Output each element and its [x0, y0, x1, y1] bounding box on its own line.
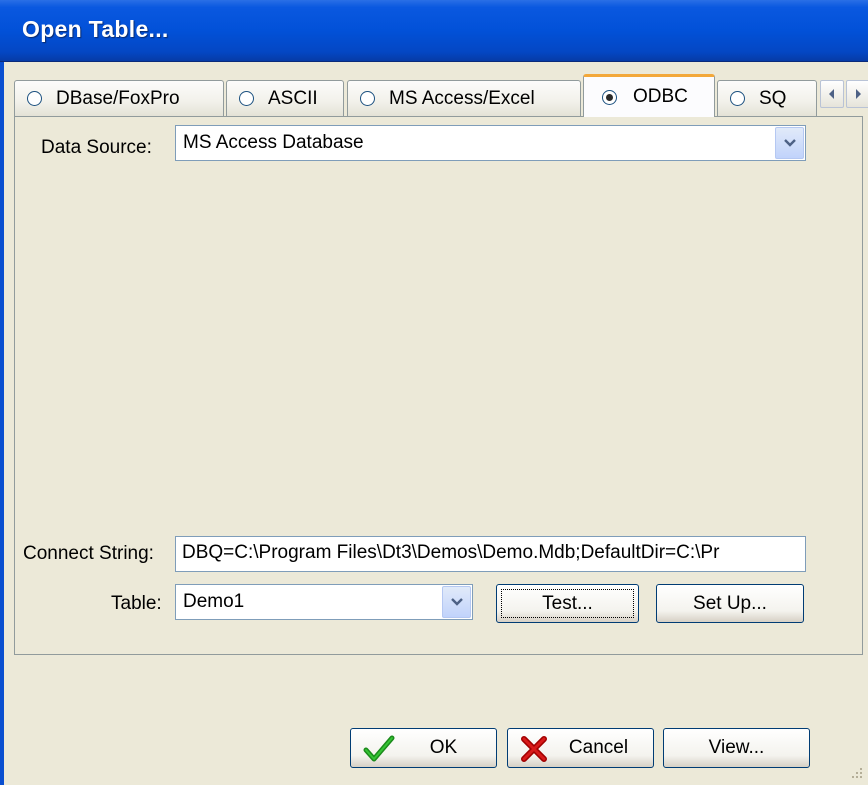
title-bar[interactable]: Open Table... — [0, 0, 868, 62]
arrow-left-icon[interactable] — [820, 80, 844, 108]
radio-checked-icon — [602, 89, 617, 105]
tab-ascii[interactable]: ASCII — [226, 80, 344, 116]
tab-label: DBase/FoxPro — [56, 87, 180, 109]
ok-button-label: OK — [429, 737, 458, 758]
tab-ms-access-excel[interactable]: MS Access/Excel — [347, 80, 581, 116]
chevron-down-icon[interactable] — [775, 127, 804, 159]
radio-icon — [239, 91, 254, 106]
tab-label: MS Access/Excel — [389, 87, 535, 109]
radio-icon — [27, 91, 42, 106]
test-button[interactable]: Test... — [496, 584, 639, 623]
tab-strip: DBase/FoxPro ASCII MS Access/Excel ODBC … — [14, 74, 868, 117]
tab-label: ASCII — [268, 87, 318, 109]
setup-button[interactable]: Set Up... — [656, 584, 804, 623]
window-frame-left — [0, 62, 4, 785]
data-source-value: MS Access Database — [183, 132, 364, 153]
resize-grip-icon[interactable] — [848, 765, 864, 781]
table-select[interactable]: Demo1 — [175, 584, 473, 620]
table-label: Table: — [111, 593, 162, 614]
view-button[interactable]: View... — [663, 728, 810, 768]
radio-icon — [730, 91, 745, 106]
checkmark-icon — [363, 735, 395, 762]
radio-icon — [360, 91, 375, 106]
tab-sql[interactable]: SQ — [717, 80, 817, 116]
connect-string-field[interactable]: DBQ=C:\Program Files\Dt3\Demos\Demo.Mdb;… — [175, 536, 806, 572]
cancel-button-label: Cancel — [568, 737, 629, 758]
data-source-select[interactable]: MS Access Database — [175, 125, 806, 161]
view-button-label: View... — [708, 737, 765, 758]
tab-label: ODBC — [633, 86, 688, 107]
tab-dbase-foxpro[interactable]: DBase/FoxPro — [14, 80, 224, 116]
x-cross-icon — [521, 736, 547, 762]
ok-button[interactable]: OK — [350, 728, 497, 768]
cancel-button[interactable]: Cancel — [507, 728, 654, 768]
tab-scroll-buttons — [820, 80, 868, 110]
connect-string-value: DBQ=C:\Program Files\Dt3\Demos\Demo.Mdb;… — [182, 542, 720, 563]
setup-button-label: Set Up... — [693, 592, 767, 614]
table-value: Demo1 — [183, 591, 245, 612]
tab-odbc[interactable]: ODBC — [583, 74, 715, 117]
open-table-dialog: Open Table... DBase/FoxPro ASCII MS Acce… — [0, 0, 868, 785]
arrow-right-icon[interactable] — [846, 80, 868, 108]
focus-ring — [501, 589, 634, 618]
connect-string-label: Connect String: — [23, 543, 154, 564]
odbc-panel: Data Source: MS Access Database Connect … — [14, 116, 863, 655]
window-title: Open Table... — [22, 16, 169, 42]
tab-label: SQ — [759, 87, 787, 109]
chevron-down-icon[interactable] — [442, 586, 471, 618]
data-source-label: Data Source: — [41, 137, 152, 158]
